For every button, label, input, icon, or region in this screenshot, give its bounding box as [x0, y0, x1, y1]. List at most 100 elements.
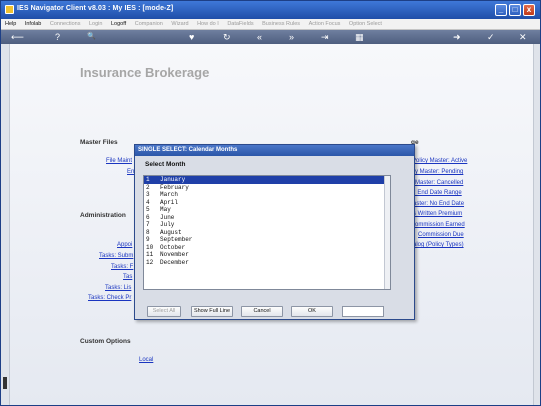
month-name: February: [160, 183, 189, 191]
link-tasks-lis[interactable]: Tasks: Lis: [105, 285, 131, 291]
month-name: April: [160, 198, 179, 206]
link-tasks-check[interactable]: Tasks: Check Pr: [88, 295, 131, 301]
app-icon: [5, 5, 14, 14]
list-item[interactable]: 9 September: [144, 236, 390, 244]
menu-item-login[interactable]: Login: [89, 21, 102, 27]
listbox-scrollbar[interactable]: [384, 176, 390, 289]
menu-item-help[interactable]: Help: [5, 21, 16, 27]
select-all-button[interactable]: Select All: [147, 306, 181, 317]
toolbar: ⟵ ? 🔍 ♥ ↻ « » ⇥ ▦ ➜ ✓ ✕: [1, 30, 540, 44]
link-local[interactable]: Local: [139, 357, 153, 363]
cancel-button[interactable]: Cancel: [241, 306, 283, 317]
window-title: IES Navigator Client v8.03 : My IES : [m…: [17, 5, 174, 12]
title-bar: IES Navigator Client v8.03 : My IES : [m…: [1, 1, 540, 19]
custom-options-heading: Custom Options: [80, 338, 131, 345]
menu-item-connections[interactable]: Connections: [50, 21, 81, 27]
ok-button[interactable]: OK: [291, 306, 333, 317]
rewind-icon[interactable]: «: [257, 31, 262, 43]
link-commission-due[interactable]: Commission Due: [418, 232, 464, 238]
search-icon[interactable]: 🔍: [87, 31, 96, 43]
menu-item-datafields[interactable]: DataFields: [227, 21, 253, 27]
dialog-title: SINGLE SELECT: Calendar Months: [135, 145, 414, 156]
list-item[interactable]: 4 April: [144, 199, 390, 207]
menu-item-infolab[interactable]: Infolab: [25, 21, 42, 27]
list-item[interactable]: 1 January: [144, 176, 390, 184]
month-name: March: [160, 191, 179, 198]
side-marker: [3, 377, 7, 389]
menu-item-logoff[interactable]: Logoff: [111, 21, 126, 27]
link-file-maint[interactable]: File Maint: [106, 158, 132, 164]
restore-button[interactable]: □: [509, 4, 521, 16]
close-icon[interactable]: ✕: [519, 31, 527, 43]
show-full-line-button[interactable]: Show Full Line: [191, 306, 233, 317]
month-number: 6: [146, 213, 150, 221]
list-item[interactable]: 2 February: [144, 184, 390, 192]
month-number: 1: [146, 176, 150, 183]
link-written-premium[interactable]: s Written Premium: [413, 211, 462, 217]
heart-icon[interactable]: ♥: [189, 31, 194, 43]
link-tas[interactable]: Tas: [123, 274, 132, 280]
refresh-icon[interactable]: ↻: [223, 31, 231, 43]
link-tasks-f[interactable]: Tasks: F: [111, 264, 133, 270]
right-scrollbar[interactable]: [533, 44, 540, 405]
left-strip: [1, 44, 10, 405]
month-name: November: [160, 251, 189, 258]
list-item[interactable]: 8 August: [144, 229, 390, 237]
administration-heading: Administration: [80, 212, 126, 219]
month-number: 11: [146, 251, 154, 258]
month-name: January: [160, 176, 186, 183]
check-icon[interactable]: ✓: [487, 31, 495, 43]
page-title: Insurance Brokerage: [80, 65, 210, 80]
month-number: 7: [146, 221, 150, 228]
help-icon[interactable]: ?: [55, 31, 60, 43]
month-number: 10: [146, 243, 154, 251]
menu-bar: Help Infolab Connections Login Logoff Co…: [1, 19, 540, 30]
list-item[interactable]: 5 May: [144, 206, 390, 214]
list-item[interactable]: 3 March: [144, 191, 390, 199]
menu-item-option-select[interactable]: Option Select: [349, 21, 382, 27]
menu-item-how-do-i[interactable]: How do I: [197, 21, 219, 27]
link-policy-master-pending[interactable]: cy Master: Pending: [412, 169, 463, 175]
menu-item-business-rules[interactable]: Business Rules: [262, 21, 300, 27]
month-name: July: [160, 221, 175, 228]
link-end-date-range[interactable]: r: End Date Range: [412, 190, 462, 196]
month-listbox[interactable]: 1 January 2 February 3 March 4 April 5 May 6 J…: [143, 175, 391, 290]
link-policy-master-cancelled[interactable]: Master: Cancelled: [415, 180, 463, 186]
minimize-button[interactable]: _: [495, 4, 507, 16]
month-name: August: [160, 228, 182, 236]
month-number: 2: [146, 183, 150, 191]
month-name: September: [160, 236, 193, 243]
month-number: 12: [146, 258, 154, 266]
list-item[interactable]: 10 October: [144, 244, 390, 252]
dialog-heading: Select Month: [145, 161, 186, 168]
list-item[interactable]: 7 July: [144, 221, 390, 229]
month-name: October: [160, 243, 186, 251]
menu-item-wizard[interactable]: Wizard: [171, 21, 188, 27]
link-appoi[interactable]: Appoi: [117, 242, 132, 248]
month-select-dialog: SINGLE SELECT: Calendar Months Select Mo…: [134, 144, 415, 320]
list-item[interactable]: 12 December: [144, 259, 390, 267]
grid-icon[interactable]: ▦: [355, 31, 364, 43]
forward-icon[interactable]: ➜: [453, 31, 461, 43]
month-number: 5: [146, 206, 150, 213]
link-policy-master-active[interactable]: Policy Master: Active: [412, 158, 467, 164]
fast-forward-icon[interactable]: »: [289, 31, 294, 43]
link-catalog-policy-types[interactable]: alog (Policy Types): [413, 242, 464, 248]
master-files-heading: Master Files: [80, 139, 118, 146]
step-end-icon[interactable]: ⇥: [321, 31, 329, 43]
link-tasks-subm[interactable]: Tasks: Subm: [99, 253, 133, 259]
close-window-button[interactable]: x: [523, 4, 535, 16]
menu-item-companion[interactable]: Companion: [135, 21, 163, 27]
link-commission-earned[interactable]: ommission Earned: [415, 222, 465, 228]
list-item[interactable]: 11 November: [144, 251, 390, 259]
month-name: June: [160, 213, 175, 221]
link-no-end-date[interactable]: aster: No End Date: [413, 201, 464, 207]
month-number: 8: [146, 228, 150, 236]
back-arrow-icon[interactable]: ⟵: [11, 31, 24, 43]
list-item[interactable]: 6 June: [144, 214, 390, 222]
app-window: IES Navigator Client v8.03 : My IES : [m…: [0, 0, 541, 406]
menu-item-action-focus[interactable]: Action Focus: [309, 21, 341, 27]
month-number: 9: [146, 236, 150, 243]
month-name: December: [160, 258, 189, 266]
dialog-input-field[interactable]: [342, 306, 384, 317]
